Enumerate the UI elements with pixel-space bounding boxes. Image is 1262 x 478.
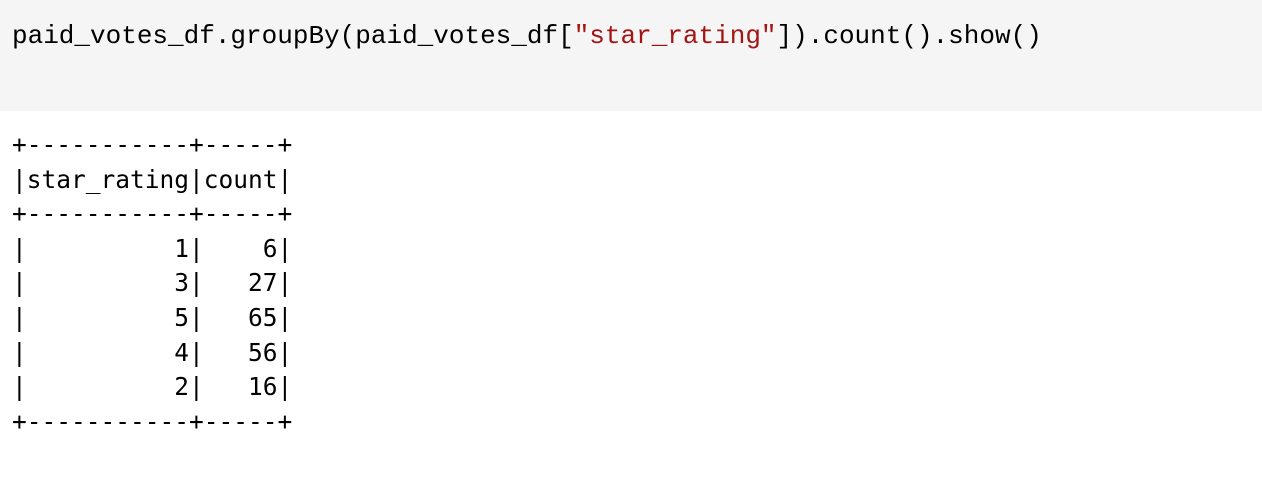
cell-output-table: +-----------+-----+ |star_rating|count| +-… bbox=[12, 128, 292, 439]
code-input-cell[interactable]: paid_votes_df.groupBy(paid_votes_df["sta… bbox=[0, 0, 1262, 111]
table-header-row: |star_rating|count| bbox=[12, 164, 293, 194]
table-border-bottom: +-----------+-----+ bbox=[12, 406, 293, 436]
code-prefix: paid_votes_df.groupBy(paid_votes_df[ bbox=[12, 21, 574, 51]
table-row: | 1| 6| bbox=[12, 233, 293, 263]
table-row: | 2| 16| bbox=[12, 372, 293, 402]
table-border-top: +-----------+-----+ bbox=[12, 130, 293, 159]
code-suffix: ]).count().show() bbox=[776, 21, 1042, 51]
table-row: | 5| 65| bbox=[12, 302, 293, 332]
code-string-literal: "star_rating" bbox=[573, 21, 777, 51]
table-row: | 3| 27| bbox=[12, 268, 293, 298]
table-row: | 4| 56| bbox=[12, 337, 293, 367]
table-border-header: +-----------+-----+ bbox=[12, 199, 293, 229]
code-line: paid_votes_df.groupBy(paid_votes_df["sta… bbox=[12, 18, 1042, 54]
